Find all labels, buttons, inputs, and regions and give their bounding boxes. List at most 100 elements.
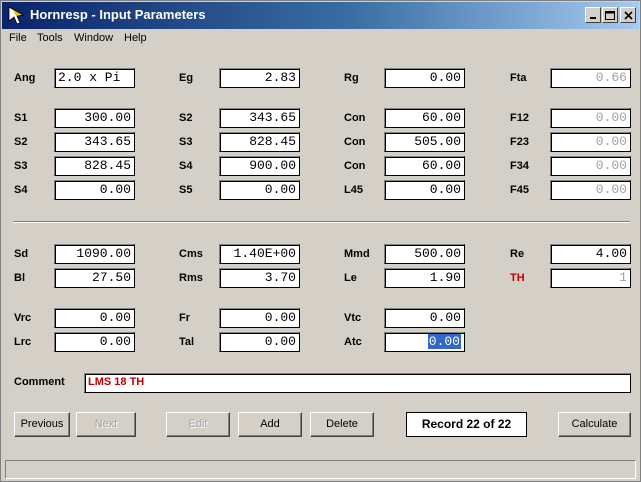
label-ang: Ang [14, 72, 36, 84]
next-button-label: Next [94, 418, 118, 430]
f34-field: 0.00 [550, 156, 631, 176]
close-button[interactable] [620, 7, 636, 23]
label-vrc: Vrc [14, 312, 32, 324]
record-indicator: Record 22 of 22 [406, 412, 527, 437]
label-mmd: Mmd [344, 248, 370, 260]
s3-row3-field[interactable]: 828.45 [54, 156, 135, 176]
section-divider [13, 221, 630, 223]
label-con-3: Con [344, 160, 366, 172]
rms-field[interactable]: 3.70 [219, 268, 300, 288]
label-fta: Fta [510, 72, 527, 84]
s1-field[interactable]: 300.00 [54, 108, 135, 128]
window-title: Hornresp - Input Parameters [30, 7, 206, 22]
label-vtc: Vtc [344, 312, 362, 324]
label-s1: S1 [14, 112, 28, 124]
label-cms: Cms [179, 248, 203, 260]
label-le: Le [344, 272, 357, 284]
label-s3-row3: S3 [14, 160, 28, 172]
label-bl: Bl [14, 272, 25, 284]
minimize-icon [590, 17, 596, 19]
rg-field[interactable]: 0.00 [384, 68, 465, 88]
eg-field[interactable]: 2.83 [219, 68, 300, 88]
s4-row4-field[interactable]: 0.00 [54, 180, 135, 200]
sd-field[interactable]: 1090.00 [54, 244, 135, 264]
maximize-button[interactable] [602, 7, 618, 23]
f12-field: 0.00 [550, 108, 631, 128]
vtc-field[interactable]: 0.00 [384, 308, 465, 328]
label-s3: S3 [179, 136, 193, 148]
label-s2-row2: S2 [14, 136, 28, 148]
edit-button-label: Edit [188, 418, 208, 430]
menu-help[interactable]: Help [124, 32, 147, 44]
f23-field: 0.00 [550, 132, 631, 152]
label-eg: Eg [179, 72, 194, 84]
close-icon [623, 10, 633, 20]
previous-button-label: Previous [20, 418, 64, 430]
label-f34: F34 [510, 160, 529, 172]
menu-bar: File Tools Window Help [2, 30, 639, 48]
label-con-2: Con [344, 136, 366, 148]
label-s4: S4 [179, 160, 193, 172]
label-atc: Atc [344, 336, 362, 348]
mmd-field[interactable]: 500.00 [384, 244, 465, 264]
label-rms: Rms [179, 272, 203, 284]
label-f12: F12 [510, 112, 529, 124]
lrc-field[interactable]: 0.00 [54, 332, 135, 352]
vrc-field[interactable]: 0.00 [54, 308, 135, 328]
s5-field[interactable]: 0.00 [219, 180, 300, 200]
label-rg: Rg [344, 72, 359, 84]
edit-button: Edit [166, 412, 230, 437]
label-s2: S2 [179, 112, 193, 124]
previous-button[interactable]: Previous [14, 412, 70, 437]
label-re: Re [510, 248, 525, 260]
add-button[interactable]: Add [238, 412, 302, 437]
ang-field[interactable]: 2.0 x Pi [54, 68, 135, 88]
s2-field[interactable]: 343.65 [219, 108, 300, 128]
label-lrc: Lrc [14, 336, 32, 348]
bl-field[interactable]: 27.50 [54, 268, 135, 288]
add-button-label: Add [260, 418, 280, 430]
comment-field[interactable]: LMS 18 TH [84, 373, 631, 393]
atc-field[interactable]: 0.00 [384, 332, 465, 352]
con-1-field[interactable]: 60.00 [384, 108, 465, 128]
atc-selected-text: 0.00 [427, 334, 461, 349]
tal-field[interactable]: 0.00 [219, 332, 300, 352]
status-bar [5, 460, 636, 479]
label-s5: S5 [179, 184, 193, 196]
f45-field: 0.00 [550, 180, 631, 200]
minimize-button[interactable] [585, 7, 601, 23]
con-2-field[interactable]: 505.00 [384, 132, 465, 152]
label-f23: F23 [510, 136, 529, 148]
menu-file[interactable]: File [9, 32, 27, 44]
re-field[interactable]: 4.00 [550, 244, 631, 264]
menu-window[interactable]: Window [74, 32, 113, 44]
l45-field[interactable]: 0.00 [384, 180, 465, 200]
con-3-field[interactable]: 60.00 [384, 156, 465, 176]
calculate-button-label: Calculate [571, 418, 618, 430]
fr-field[interactable]: 0.00 [219, 308, 300, 328]
label-sd: Sd [14, 248, 29, 260]
s2-row2-field[interactable]: 343.65 [54, 132, 135, 152]
fta-field: 0.66 [550, 68, 631, 88]
th-field: 1 [550, 268, 631, 288]
hornresp-window: Hornresp - Input Parameters File Tools W… [0, 0, 641, 482]
label-s4-row4: S4 [14, 184, 28, 196]
maximize-icon [605, 10, 615, 20]
calculate-button[interactable]: Calculate [558, 412, 631, 437]
s4-field[interactable]: 900.00 [219, 156, 300, 176]
title-bar[interactable]: Hornresp - Input Parameters [2, 2, 639, 29]
delete-button-label: Delete [326, 418, 358, 430]
label-f45: F45 [510, 184, 529, 196]
label-th: TH [510, 272, 525, 284]
label-con-1: Con [344, 112, 366, 124]
menu-tools[interactable]: Tools [37, 32, 63, 44]
label-comment: Comment [14, 376, 65, 388]
delete-button[interactable]: Delete [310, 412, 374, 437]
s3-field[interactable]: 828.45 [219, 132, 300, 152]
label-l45: L45 [344, 184, 363, 196]
label-fr: Fr [179, 312, 190, 324]
label-tal: Tal [179, 336, 195, 348]
le-field[interactable]: 1.90 [384, 268, 465, 288]
cms-field[interactable]: 1.40E+00 [219, 244, 300, 264]
hornresp-app-icon[interactable] [6, 5, 26, 25]
